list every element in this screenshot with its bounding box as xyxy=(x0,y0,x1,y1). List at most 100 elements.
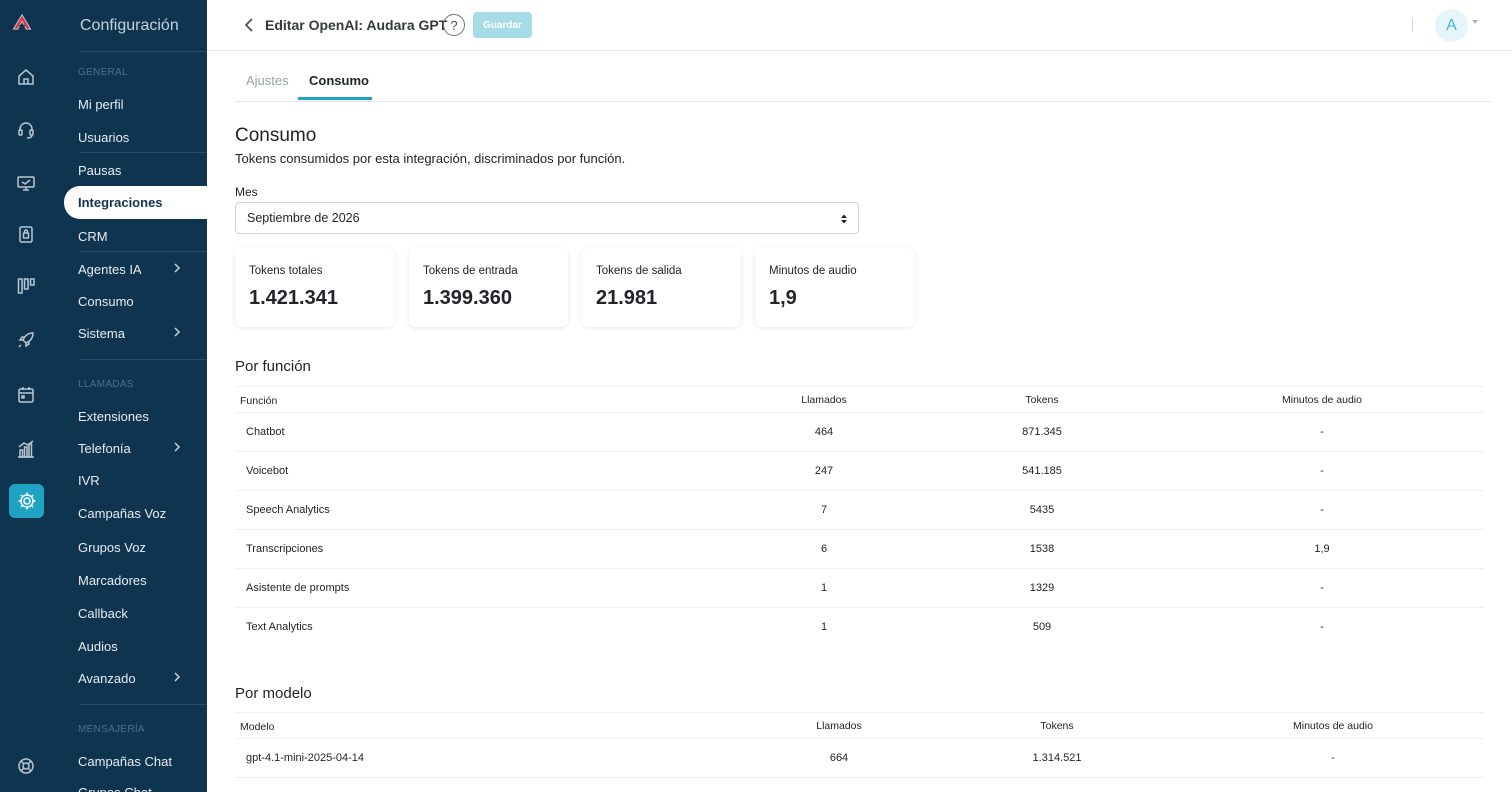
cell-tokens: 1329 xyxy=(1029,582,1055,594)
sidebar-item-grupos-voz[interactable]: Grupos Voz xyxy=(78,537,207,557)
sidebar-item-consumo[interactable]: Consumo xyxy=(78,291,207,311)
cell-tokens: 1.314.521 xyxy=(1032,752,1082,764)
sidebar-item-sistema[interactable]: Sistema xyxy=(78,323,207,343)
divider xyxy=(80,251,207,252)
chevron-left-icon[interactable] xyxy=(243,16,255,34)
por-funcion-title: Por función xyxy=(235,358,311,375)
cell-tokens: 509 xyxy=(1032,621,1052,633)
sidebar-title: Configuración xyxy=(80,17,179,34)
tab-consumo[interactable]: Consumo xyxy=(309,73,369,88)
table-row: Text Analytics 1 509 - xyxy=(235,608,1484,647)
sidebar-item-label: Sistema xyxy=(78,325,125,341)
divider xyxy=(80,359,207,360)
cell-tokens: 871.345 xyxy=(1022,426,1062,438)
month-select[interactable]: Septiembre de 2026 xyxy=(235,202,859,234)
cell-minutos: - xyxy=(1320,426,1324,438)
cell-modelo: gpt-4.1-mini-2025-04-14 xyxy=(246,752,365,764)
tabs: Ajustes Consumo xyxy=(235,51,1491,102)
sidebar-item-crm[interactable]: CRM xyxy=(78,226,207,246)
save-button[interactable]: Guardar xyxy=(473,12,532,38)
stat-card-tokens-totales: Tokens totales 1.421.341 xyxy=(235,248,394,327)
table-row: Voicebot 247 541.185 - xyxy=(235,452,1484,491)
tab-ajustes[interactable]: Ajustes xyxy=(246,73,289,88)
sidebar-item-mi-perfil[interactable]: Mi perfil xyxy=(78,94,207,114)
column-header: Llamados xyxy=(816,720,862,732)
config-sidebar: Configuración GENERAL Mi perfil Usuarios… xyxy=(50,0,207,792)
column-header: Tokens xyxy=(1040,720,1074,732)
sidebar-item-telefonia[interactable]: Telefonía xyxy=(78,438,207,458)
sidebar-item-pausas[interactable]: Pausas xyxy=(78,160,207,180)
sidebar-item-marcadores[interactable]: Marcadores xyxy=(78,570,207,590)
lifebuoy-icon[interactable] xyxy=(13,753,39,779)
sidebar-item-campanas-voz[interactable]: Campañas Voz xyxy=(78,503,207,523)
monitor-icon[interactable] xyxy=(13,170,39,196)
sidebar-item-usuarios[interactable]: Usuarios xyxy=(78,127,207,147)
top-bar: Editar OpenAI: Audara GPT ? Guardar A xyxy=(207,0,1512,51)
cell-llamados: 7 xyxy=(820,504,828,516)
chevron-right-icon xyxy=(173,326,181,338)
bar-chart-icon[interactable] xyxy=(13,436,39,462)
month-select-value: Septiembre de 2026 xyxy=(247,211,360,225)
sidebar-item-grupos-chat[interactable]: Grupos Chat xyxy=(78,782,207,792)
sidebar-item-callback[interactable]: Callback xyxy=(78,603,207,623)
stat-value: 21.981 xyxy=(596,287,658,309)
cell-llamados: 6 xyxy=(820,543,828,555)
column-header: Modelo xyxy=(240,721,275,733)
column-header: Función xyxy=(240,395,278,407)
sidebar-item-avanzado[interactable]: Avanzado xyxy=(78,668,207,688)
help-button[interactable]: ? xyxy=(443,14,465,36)
divider xyxy=(1412,19,1413,32)
chevron-right-icon xyxy=(173,262,181,274)
stat-card-tokens-salida: Tokens de salida 21.981 xyxy=(582,248,741,327)
section-subtitle: Tokens consumidos por esta integración, … xyxy=(235,151,626,166)
cell-tokens: 1538 xyxy=(1029,543,1055,555)
columns-icon[interactable] xyxy=(13,273,39,299)
cell-funcion: Transcripciones xyxy=(246,543,324,555)
sidebar-item-label: Telefonía xyxy=(78,440,131,456)
cell-minutos: - xyxy=(1320,504,1324,516)
cell-minutos: - xyxy=(1320,582,1324,594)
lock-icon[interactable] xyxy=(13,221,39,247)
sidebar-item-campanas-chat[interactable]: Campañas Chat xyxy=(78,751,207,771)
rocket-icon[interactable] xyxy=(13,327,39,353)
calendar-icon[interactable] xyxy=(13,382,39,408)
stat-value: 1,9 xyxy=(769,287,797,309)
sidebar-item-integraciones[interactable]: Integraciones xyxy=(64,186,207,219)
stat-label: Minutos de audio xyxy=(769,265,857,277)
sidebar-item-label: Agentes IA xyxy=(78,261,142,277)
select-arrows-icon xyxy=(840,213,848,225)
sidebar-item-ivr[interactable]: IVR xyxy=(78,470,207,490)
gear-icon[interactable] xyxy=(9,484,44,518)
cell-tokens: 541.185 xyxy=(1022,465,1062,477)
sidebar-item-agentes-ia[interactable]: Agentes IA xyxy=(78,259,207,279)
cell-funcion: Voicebot xyxy=(246,465,289,477)
stat-label: Tokens de salida xyxy=(596,265,682,277)
table-header: Modelo Llamados Tokens Minutos de audio xyxy=(235,712,1484,739)
table-header: Función Llamados Tokens Minutos de audio xyxy=(235,386,1484,413)
table-row: Asistente de prompts 1 1329 - xyxy=(235,569,1484,608)
sidebar-item-audios[interactable]: Audios xyxy=(78,636,207,656)
cell-llamados: 1 xyxy=(820,621,828,633)
stat-value: 1.421.341 xyxy=(249,287,338,309)
section-llamadas: LLAMADAS xyxy=(78,379,134,390)
cell-llamados: 247 xyxy=(814,465,834,477)
column-header: Tokens xyxy=(1025,394,1059,406)
chevron-down-icon[interactable] xyxy=(1472,20,1478,24)
stat-card-tokens-entrada: Tokens de entrada 1.399.360 xyxy=(409,248,568,327)
avatar[interactable]: A xyxy=(1435,9,1468,42)
home-icon[interactable] xyxy=(13,64,39,90)
headset-icon[interactable] xyxy=(13,117,39,143)
cell-minutos: - xyxy=(1331,752,1335,764)
column-header: Minutos de audio xyxy=(1293,720,1373,732)
por-modelo-title: Por modelo xyxy=(235,685,312,702)
sidebar-item-extensiones[interactable]: Extensiones xyxy=(78,406,207,426)
section-mensajeria: MENSAJERÍA xyxy=(78,724,145,735)
table-row: Speech Analytics 7 5435 - xyxy=(235,491,1484,530)
cell-funcion: Speech Analytics xyxy=(246,504,330,516)
logo-icon[interactable] xyxy=(12,12,40,36)
divider xyxy=(80,152,207,153)
active-tab-indicator xyxy=(298,97,372,100)
section-general: GENERAL xyxy=(78,67,128,78)
cell-llamados: 1 xyxy=(820,582,828,594)
icon-rail xyxy=(0,0,50,792)
